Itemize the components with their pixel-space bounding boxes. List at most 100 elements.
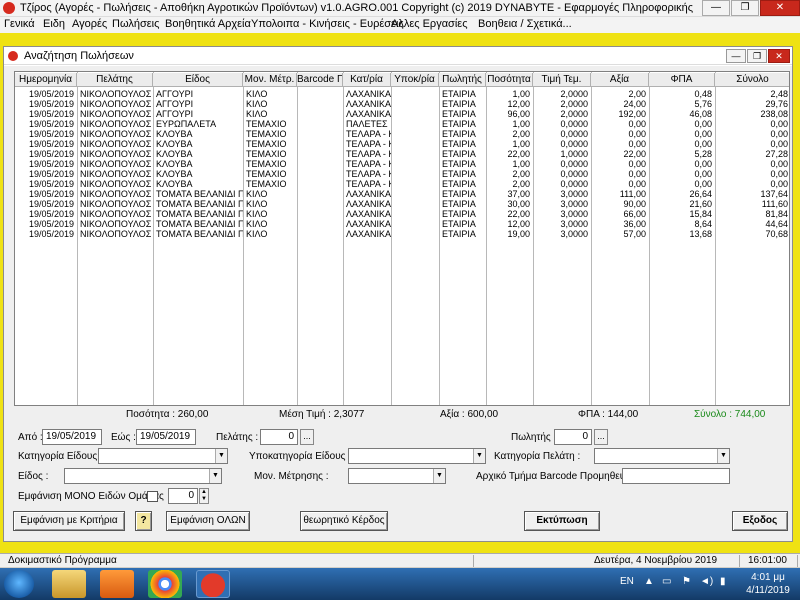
customer-lookup-button[interactable]: ...: [300, 429, 314, 445]
status-bar: Δοκιμαστικό Πρόγραμμα Δευτέρα, 4 Νοεμβρί…: [0, 553, 800, 567]
table-row[interactable]: 19/05/2019 ΝΙΚΟΛΟΠΟΥΛΟΣ ΠΑΤΟΜΑΤΑ ΒΕΛΑΝΙΔΙ…: [15, 219, 789, 229]
column-header-barcode[interactable]: Barcode Πελ.: [297, 73, 343, 87]
unit-combo[interactable]: ▼: [348, 468, 446, 484]
table-row[interactable]: 19/05/2019 ΝΙΚΟΛΟΠΟΥΛΟΣ ΠΑΚΛΟΥΒΑ ΤΕΜΑΧΙΟ ΤΕ…: [15, 169, 789, 179]
table-row[interactable]: 19/05/2019 ΝΙΚΟΛΟΠΟΥΛΟΣ ΠΑΚΛΟΥΒΑ ΤΕΜΑΧΙΟ ΤΕ…: [15, 179, 789, 189]
child-window-title: Αναζήτηση Πωλήσεων: [24, 50, 134, 62]
group-only-checkbox[interactable]: [147, 491, 158, 502]
cell-customer: ΝΙΚΟΛΟΠΟΥΛΟΣ ΠΑ: [80, 229, 153, 239]
table-row[interactable]: 19/05/2019 ΝΙΚΟΛΟΠΟΥΛΟΣ ΠΑΕΥΡΩΠΑΛΕΤΑ ΤΕΜΑΧ…: [15, 119, 789, 129]
table-row[interactable]: 19/05/2019 ΝΙΚΟΛΟΠΟΥΛΟΣ ΠΑΚΛΟΥΒΑ ΤΕΜΑΧΙΟ ΤΕ…: [15, 129, 789, 139]
cell-category: ΤΕΛΑΡΑ - Κ: [346, 179, 391, 189]
cell-unit-price: 0,0000: [560, 179, 588, 189]
group-spinner[interactable]: ▲ ▼: [199, 488, 209, 504]
child-close-button[interactable]: ✕: [768, 49, 790, 63]
cell-unit: ΚΙΛΟ: [246, 189, 268, 199]
seller-lookup-button[interactable]: ...: [594, 429, 608, 445]
item-subcategory-combo[interactable]: ▼: [348, 448, 486, 464]
menu-general[interactable]: Γενικά: [4, 18, 35, 30]
spin-down-icon[interactable]: ▼: [200, 496, 208, 503]
cell-date: 19/05/2019: [28, 199, 74, 209]
group-field[interactable]: 0: [168, 488, 198, 504]
chevron-down-icon[interactable]: ▼: [215, 449, 227, 463]
to-date-field[interactable]: 19/05/2019: [136, 429, 196, 445]
column-header-unit[interactable]: Μον. Μέτρ.: [243, 73, 297, 87]
minimize-button[interactable]: —: [702, 0, 730, 16]
chrome-icon[interactable]: [148, 570, 182, 598]
table-row[interactable]: 19/05/2019 ΝΙΚΟΛΟΠΟΥΛΟΣ ΠΑΚΛΟΥΒΑ ΤΕΜΑΧΙΟ ΤΕ…: [15, 159, 789, 169]
help-button[interactable]: ?: [135, 511, 152, 531]
network-icon[interactable]: ▭: [662, 576, 671, 587]
start-button[interactable]: [4, 570, 34, 598]
table-row[interactable]: 19/05/2019 ΝΙΚΟΛΟΠΟΥΛΟΣ ΠΑΤΟΜΑΤΑ ΒΕΛΑΝΙΔΙ…: [15, 189, 789, 199]
restore-button[interactable]: ❐: [731, 0, 759, 16]
exit-button[interactable]: Εξοδος: [732, 511, 788, 531]
tomato-taskbar-icon[interactable]: [196, 570, 230, 598]
menu-purchases[interactable]: Αγορές: [72, 18, 107, 30]
sales-grid[interactable]: Ημερομηνία Πελάτης Είδος Μον. Μέτρ. Barcode …: [14, 71, 790, 406]
child-restore-button[interactable]: ❐: [747, 49, 767, 63]
chevron-down-icon[interactable]: ▼: [473, 449, 485, 463]
column-header-quantity[interactable]: Ποσότητα: [486, 73, 533, 87]
table-row[interactable]: 19/05/2019 ΝΙΚΟΛΟΠΟΥΛΟΣ ΠΑΚΛΟΥΒΑ ΤΕΜΑΧΙΟ ΤΕ…: [15, 149, 789, 159]
menu-balances[interactable]: Υπολοιπα - Κινήσεις - Ευρέσεις: [251, 18, 404, 30]
print-button[interactable]: Εκτύπωση: [524, 511, 600, 531]
chevron-down-icon[interactable]: ▼: [209, 469, 221, 483]
menu-items[interactable]: Ειδη: [43, 18, 65, 30]
volume-icon[interactable]: ◄): [700, 576, 713, 587]
table-row[interactable]: 19/05/2019 ΝΙΚΟΛΟΠΟΥΛΟΣ ΠΑΑΓΓΟΥΡΙ ΚΙΛΟ ΛΑΧΑ…: [15, 89, 789, 99]
table-row[interactable]: 19/05/2019 ΝΙΚΟΛΟΠΟΥΛΟΣ ΠΑΑΓΓΟΥΡΙ ΚΙΛΟ ΛΑΧΑ…: [15, 109, 789, 119]
table-row[interactable]: 19/05/2019 ΝΙΚΟΛΟΠΟΥΛΟΣ ΠΑΚΛΟΥΒΑ ΤΕΜΑΧΙΟ ΤΕ…: [15, 139, 789, 149]
column-header-total[interactable]: Σύνολο: [715, 73, 789, 87]
from-date-field[interactable]: 19/05/2019: [42, 429, 102, 445]
column-header-category[interactable]: Κατ/ρία: [343, 73, 391, 87]
column-header-item[interactable]: Είδος: [153, 73, 243, 87]
customer-category-combo[interactable]: ▼: [594, 448, 730, 464]
power-icon[interactable]: ▮: [720, 576, 726, 587]
column-header-customer[interactable]: Πελάτης: [77, 73, 153, 87]
cell-vat: 21,60: [689, 199, 712, 209]
chevron-down-icon[interactable]: ▼: [433, 469, 445, 483]
cell-date: 19/05/2019: [28, 149, 74, 159]
show-all-button[interactable]: Εμφάνιση ΟΛΩΝ: [166, 511, 250, 531]
seller-code-field[interactable]: 0: [554, 429, 592, 445]
file-explorer-icon[interactable]: [52, 570, 86, 598]
close-button[interactable]: ✕: [760, 0, 800, 16]
column-header-subcategory[interactable]: Υποκ/ρία: [391, 73, 439, 87]
theoretical-profit-button[interactable]: θεωρητικό Κέρδος: [300, 511, 388, 531]
column-header-vat[interactable]: ΦΠΑ: [649, 73, 715, 87]
table-row[interactable]: 19/05/2019 ΝΙΚΟΛΟΠΟΥΛΟΣ ΠΑΤΟΜΑΤΑ ΒΕΛΑΝΙΔΙ…: [15, 229, 789, 239]
child-minimize-button[interactable]: —: [726, 49, 746, 63]
cell-item: ΕΥΡΩΠΑΛΕΤΑ: [156, 119, 217, 129]
column-header-value[interactable]: Αξία: [591, 73, 649, 87]
customer-code-field[interactable]: 0: [260, 429, 298, 445]
taskbar-clock[interactable]: 4:01 μμ 4/11/2019: [738, 571, 798, 597]
item-combo[interactable]: ▼: [64, 468, 222, 484]
media-player-icon[interactable]: [100, 570, 134, 598]
cell-barcode: [297, 169, 343, 179]
menu-other-tasks[interactable]: Αλλες Εργασίες: [391, 18, 468, 30]
cell-barcode: [297, 119, 343, 129]
barcode-field[interactable]: [622, 468, 730, 484]
cell-customer: ΝΙΚΟΛΟΠΟΥΛΟΣ ΠΑ: [80, 139, 153, 149]
menu-help-about[interactable]: Βοηθεια / Σχετικά...: [478, 18, 572, 30]
cell-item: ΤΟΜΑΤΑ ΒΕΛΑΝΙΔΙ ΠΟΙ: [156, 229, 243, 239]
flag-icon[interactable]: ⚑: [682, 576, 691, 587]
menu-auxiliary-files[interactable]: Βοηθητικά Αρχεία: [165, 18, 251, 30]
tray-arrow-icon[interactable]: ▲: [644, 576, 654, 587]
show-criteria-button[interactable]: Εμφάνιση με Κριτήρια: [13, 511, 125, 531]
table-row[interactable]: 19/05/2019 ΝΙΚΟΛΟΠΟΥΛΟΣ ΠΑΑΓΓΟΥΡΙ ΚΙΛΟ ΛΑΧΑ…: [15, 99, 789, 109]
menu-sales[interactable]: Πωλήσεις: [112, 18, 159, 30]
table-row[interactable]: 19/05/2019 ΝΙΚΟΛΟΠΟΥΛΟΣ ΠΑΤΟΜΑΤΑ ΒΕΛΑΝΙΔΙ…: [15, 199, 789, 209]
cell-value: 66,00: [623, 209, 646, 219]
cell-vat: 13,68: [689, 229, 712, 239]
cell-vat: 5,76: [694, 99, 712, 109]
spin-up-icon[interactable]: ▲: [200, 489, 208, 496]
table-row[interactable]: 19/05/2019 ΝΙΚΟΛΟΠΟΥΛΟΣ ΠΑΤΟΜΑΤΑ ΒΕΛΑΝΙΔΙ…: [15, 209, 789, 219]
language-indicator[interactable]: EN: [620, 576, 634, 587]
column-header-seller[interactable]: Πωλητής: [439, 73, 486, 87]
column-header-date[interactable]: Ημερομηνία: [15, 73, 77, 87]
column-header-unit-price[interactable]: Τιμή Τεμ.: [533, 73, 591, 87]
item-category-combo[interactable]: ▼: [98, 448, 228, 464]
chevron-down-icon[interactable]: ▼: [717, 449, 729, 463]
